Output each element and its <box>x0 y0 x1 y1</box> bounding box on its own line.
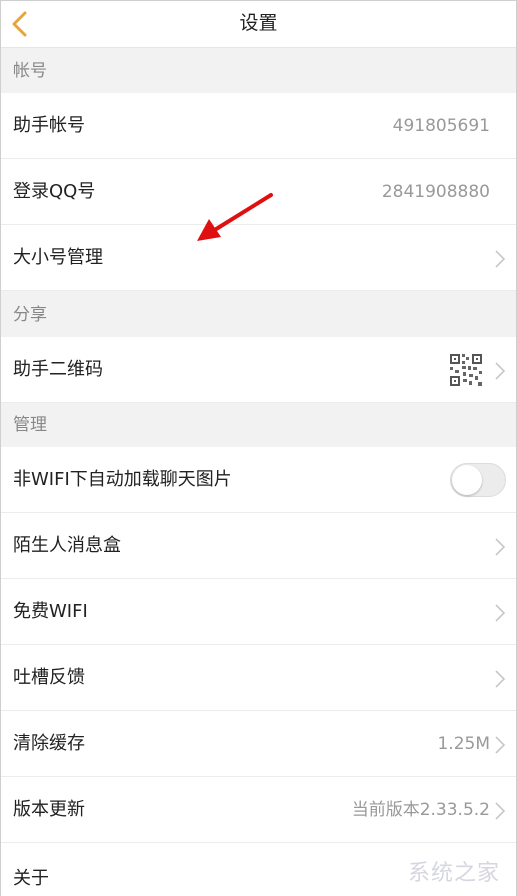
row-assistant-qrcode[interactable]: 助手二维码 <box>1 337 516 403</box>
row-label: 大小号管理 <box>13 247 103 268</box>
row-label: 关于 <box>13 868 49 889</box>
section-header-manage: 管理 <box>1 403 516 447</box>
login-qq-value: 2841908880 <box>381 182 490 202</box>
row-label: 非WIFI下自动加载聊天图片 <box>13 469 232 490</box>
auto-load-images-toggle[interactable] <box>450 463 506 497</box>
section-header-share: 分享 <box>1 293 516 337</box>
watermark-logo: 系统之家 <box>340 853 510 893</box>
watermark-text: 系统之家 <box>407 861 500 886</box>
assistant-account-value: 491805691 <box>392 116 490 136</box>
row-label: 助手帐号 <box>13 115 85 136</box>
top-bar: 设置 <box>1 1 516 48</box>
chevron-right-icon <box>495 538 506 556</box>
qr-code-icon <box>449 353 483 387</box>
row-assistant-account[interactable]: 助手帐号 491805691 <box>1 93 516 159</box>
row-clear-cache[interactable]: 清除缓存 1.25M <box>1 711 516 777</box>
row-label: 吐槽反馈 <box>13 667 85 688</box>
chevron-right-icon <box>495 250 506 268</box>
page-title: 设置 <box>239 12 278 34</box>
chevron-right-icon <box>495 802 506 820</box>
row-auto-load-images[interactable]: 非WIFI下自动加载聊天图片 <box>1 447 516 513</box>
cache-size-value: 1.25M <box>437 734 490 754</box>
row-label: 清除缓存 <box>13 733 85 754</box>
section-header-account: 帐号 <box>1 49 516 93</box>
chevron-right-icon <box>495 736 506 754</box>
row-label: 助手二维码 <box>13 359 103 380</box>
chevron-right-icon <box>495 604 506 622</box>
row-version-update[interactable]: 版本更新 当前版本2.33.5.2 <box>1 777 516 843</box>
row-label: 版本更新 <box>13 799 85 820</box>
toggle-knob <box>452 465 482 495</box>
row-label: 免费WIFI <box>13 601 88 622</box>
row-feedback[interactable]: 吐槽反馈 <box>1 645 516 711</box>
chevron-right-icon <box>495 362 506 380</box>
row-label: 陌生人消息盒 <box>13 535 121 556</box>
current-version-value: 当前版本2.33.5.2 <box>351 800 490 820</box>
red-annotation-arrow-icon <box>197 193 273 241</box>
chevron-right-icon <box>495 670 506 688</box>
row-free-wifi[interactable]: 免费WIFI <box>1 579 516 645</box>
row-stranger-box[interactable]: 陌生人消息盒 <box>1 513 516 579</box>
row-label: 登录QQ号 <box>13 181 96 202</box>
